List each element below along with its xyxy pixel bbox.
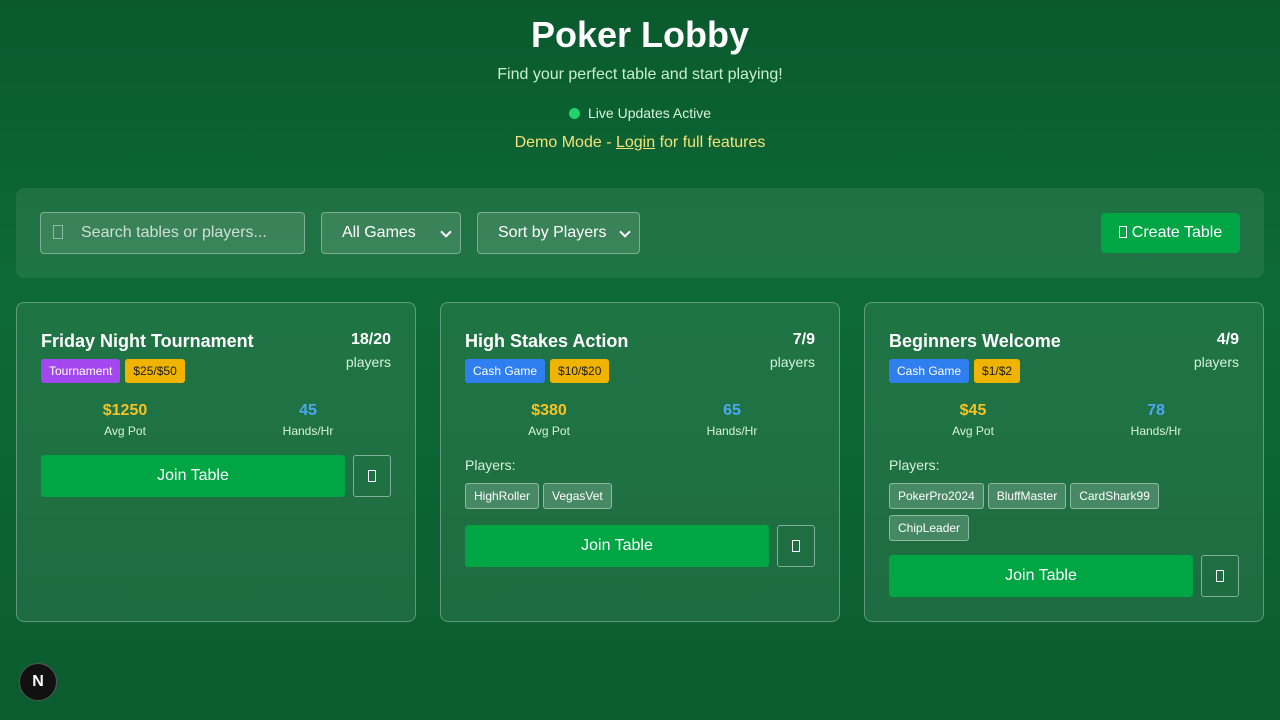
table-card: Friday Night Tournament 18/20 players To… (16, 302, 416, 622)
stakes-badge: $10/$20 (550, 359, 610, 383)
player-chip: CardShark99 (1070, 483, 1159, 509)
join-table-button[interactable]: Join Table (889, 555, 1193, 597)
stakes-badge: $1/$2 (974, 359, 1021, 383)
avg-pot-stat: $45 Avg Pot (898, 402, 1048, 438)
avg-pot-value: $380 (531, 402, 567, 419)
hands-value: 65 (723, 402, 741, 419)
eye-icon (1216, 570, 1224, 582)
join-table-button[interactable]: Join Table (41, 455, 345, 497)
plus-icon (1118, 226, 1127, 238)
search-input[interactable] (81, 213, 301, 253)
join-table-button[interactable]: Join Table (465, 525, 769, 567)
sort-select[interactable]: Sort by Players (477, 212, 640, 254)
avg-pot-value: $1250 (102, 402, 148, 419)
table-card: High Stakes Action 7/9 players Cash Game… (440, 302, 840, 622)
demo-prefix: Demo Mode - (514, 134, 616, 151)
page-subtitle: Find your perfect table and start playin… (497, 66, 783, 83)
avg-pot-label: Avg Pot (104, 424, 146, 438)
sort-value: Sort by Players (498, 224, 607, 241)
hands-value: 78 (1147, 402, 1165, 419)
player-list: HighRoller VegasVet (465, 483, 815, 515)
table-name: Beginners Welcome (889, 331, 1061, 351)
lobby-toolbar: All Games Sort by Players Create Table (16, 188, 1264, 278)
demo-suffix: for full features (655, 134, 766, 151)
hands-label: Hands/Hr (706, 424, 758, 438)
player-list: PokerPro2024 BluffMaster CardShark99 ChipLe… (889, 483, 1239, 547)
player-count: 18/20 (350, 331, 391, 348)
players-header: Players: (889, 457, 940, 473)
hands-stat: 78 Hands/Hr (1081, 402, 1231, 438)
stakes-badge: $25/$50 (125, 359, 185, 383)
hands-label: Hands/Hr (282, 424, 334, 438)
spectate-button[interactable] (1201, 555, 1239, 597)
game-type-badge: Tournament (41, 359, 121, 383)
game-type-badge: Cash Game (465, 359, 546, 383)
hands-value: 45 (299, 402, 317, 419)
eye-icon (792, 540, 800, 552)
player-chip: BluffMaster (987, 483, 1067, 509)
player-chip: ChipLeader (889, 515, 970, 541)
player-chip: HighRoller (465, 483, 540, 509)
table-badges: Cash Game $10/$20 (465, 359, 614, 383)
hands-label: Hands/Hr (1130, 424, 1182, 438)
table-name: Friday Night Tournament (41, 331, 254, 351)
spectate-button[interactable] (353, 455, 391, 497)
search-icon (53, 225, 63, 239)
search-box[interactable] (40, 212, 305, 254)
dev-tools-button[interactable]: N (19, 663, 57, 701)
hands-stat: 45 Hands/Hr (233, 402, 383, 438)
demo-notice: Demo Mode - Login for full features (0, 134, 1280, 152)
hands-stat: 65 Hands/Hr (657, 402, 807, 438)
avg-pot-label: Avg Pot (952, 424, 994, 438)
table-card: Beginners Welcome 4/9 players Cash Game $… (864, 302, 1264, 622)
player-count-label: players (345, 354, 391, 370)
chevron-down-icon (440, 226, 452, 238)
create-table-button[interactable]: Create Table (1101, 213, 1240, 253)
login-link[interactable]: Login (616, 134, 655, 151)
table-name: High Stakes Action (465, 331, 629, 351)
avg-pot-value: $45 (959, 402, 987, 419)
table-badges: Tournament $25/$50 (41, 359, 190, 383)
live-status-text: Live Updates Active (588, 105, 711, 121)
live-status: Live Updates Active (0, 105, 1280, 121)
avg-pot-label: Avg Pot (528, 424, 570, 438)
player-count-label: players (769, 354, 815, 370)
game-filter-value: All Games (342, 224, 416, 241)
game-filter-select[interactable]: All Games (321, 212, 461, 254)
players-header: Players: (465, 457, 516, 473)
chevron-down-icon (619, 226, 631, 238)
eye-icon (368, 470, 376, 482)
player-chip: VegasVet (543, 483, 612, 509)
game-type-badge: Cash Game (889, 359, 970, 383)
table-badges: Cash Game $1/$2 (889, 359, 1025, 383)
player-count-label: players (1193, 354, 1239, 370)
create-table-label: Create Table (1131, 224, 1223, 241)
live-dot-icon (569, 108, 581, 119)
player-count: 4/9 (1216, 331, 1239, 348)
spectate-button[interactable] (777, 525, 815, 567)
player-chip: PokerPro2024 (889, 483, 984, 509)
avg-pot-stat: $1250 Avg Pot (50, 402, 200, 438)
page-title: Poker Lobby (530, 14, 750, 55)
player-count: 7/9 (792, 331, 815, 348)
avg-pot-stat: $380 Avg Pot (474, 402, 624, 438)
